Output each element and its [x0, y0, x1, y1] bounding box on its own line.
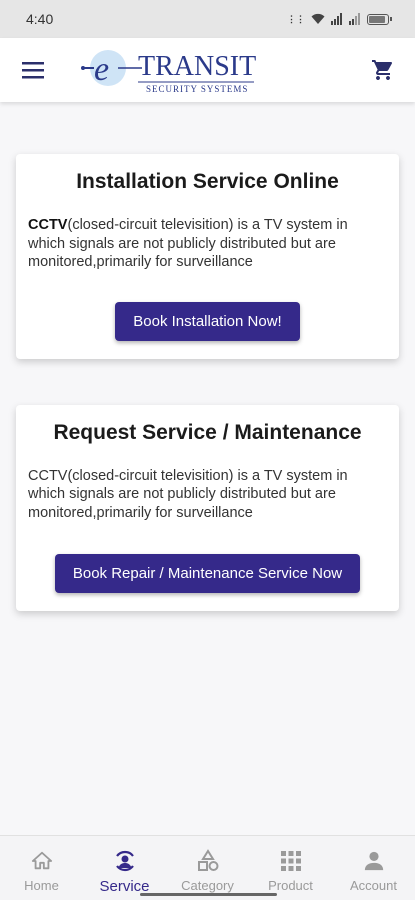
- nav-label: Product: [268, 878, 313, 893]
- category-icon: [196, 848, 220, 874]
- maintenance-card: Request Service / Maintenance CCTV(close…: [16, 404, 399, 611]
- logo-tagline: SECURITY SYSTEMS: [146, 84, 248, 94]
- signal-icon: [331, 13, 342, 25]
- account-icon: [363, 848, 385, 874]
- nav-item-service[interactable]: Service: [86, 848, 164, 895]
- home-icon: [31, 848, 53, 874]
- card-description: CCTV(closed-circuit televisition) is a T…: [28, 216, 387, 272]
- status-time: 4:40: [26, 11, 54, 27]
- bottom-nav: Home Service Category Product Account: [0, 835, 415, 900]
- product-grid-icon: [280, 848, 302, 874]
- book-installation-button[interactable]: Book Installation Now!: [115, 301, 300, 341]
- card-title: Request Service / Maintenance: [53, 420, 362, 444]
- cctv-bold-label: CCTV: [28, 217, 68, 233]
- home-indicator: [140, 893, 277, 896]
- status-bar: 4:40 ⋮⋮: [0, 0, 415, 38]
- speed-icon: ⋮⋮: [287, 13, 305, 24]
- nav-item-product[interactable]: Product: [252, 848, 330, 893]
- battery-icon: [367, 13, 392, 25]
- app-header: e TRANSIT SECURITY SYSTEMS: [0, 38, 415, 102]
- card-description-text: (closed-circuit televisition) is a TV sy…: [28, 217, 348, 270]
- status-icons: ⋮⋮: [287, 13, 392, 25]
- logo-word: TRANSIT: [138, 51, 256, 82]
- wifi-icon: [311, 13, 325, 24]
- book-repair-button[interactable]: Book Repair / Maintenance Service Now: [54, 554, 361, 593]
- signal-icon-2: [349, 13, 360, 25]
- menu-icon[interactable]: [20, 57, 46, 83]
- main-content: Installation Service Online CCTV(closed-…: [0, 102, 415, 611]
- nav-label: Category: [181, 878, 234, 893]
- nav-label: Home: [24, 878, 59, 893]
- nav-item-account[interactable]: Account: [335, 848, 413, 893]
- logo-letter: e: [94, 51, 109, 88]
- service-icon: [112, 848, 138, 874]
- card-title: Installation Service Online: [76, 170, 339, 193]
- nav-label: Account: [350, 878, 397, 893]
- installation-card: Installation Service Online CCTV(closed-…: [16, 154, 399, 359]
- card-description: CCTV(closed-circuit televisition) is a T…: [28, 467, 348, 521]
- nav-item-category[interactable]: Category: [169, 848, 247, 893]
- etransit-logo: e TRANSIT SECURITY SYSTEMS: [80, 44, 260, 96]
- nav-item-home[interactable]: Home: [3, 848, 81, 893]
- cart-icon[interactable]: [369, 56, 397, 84]
